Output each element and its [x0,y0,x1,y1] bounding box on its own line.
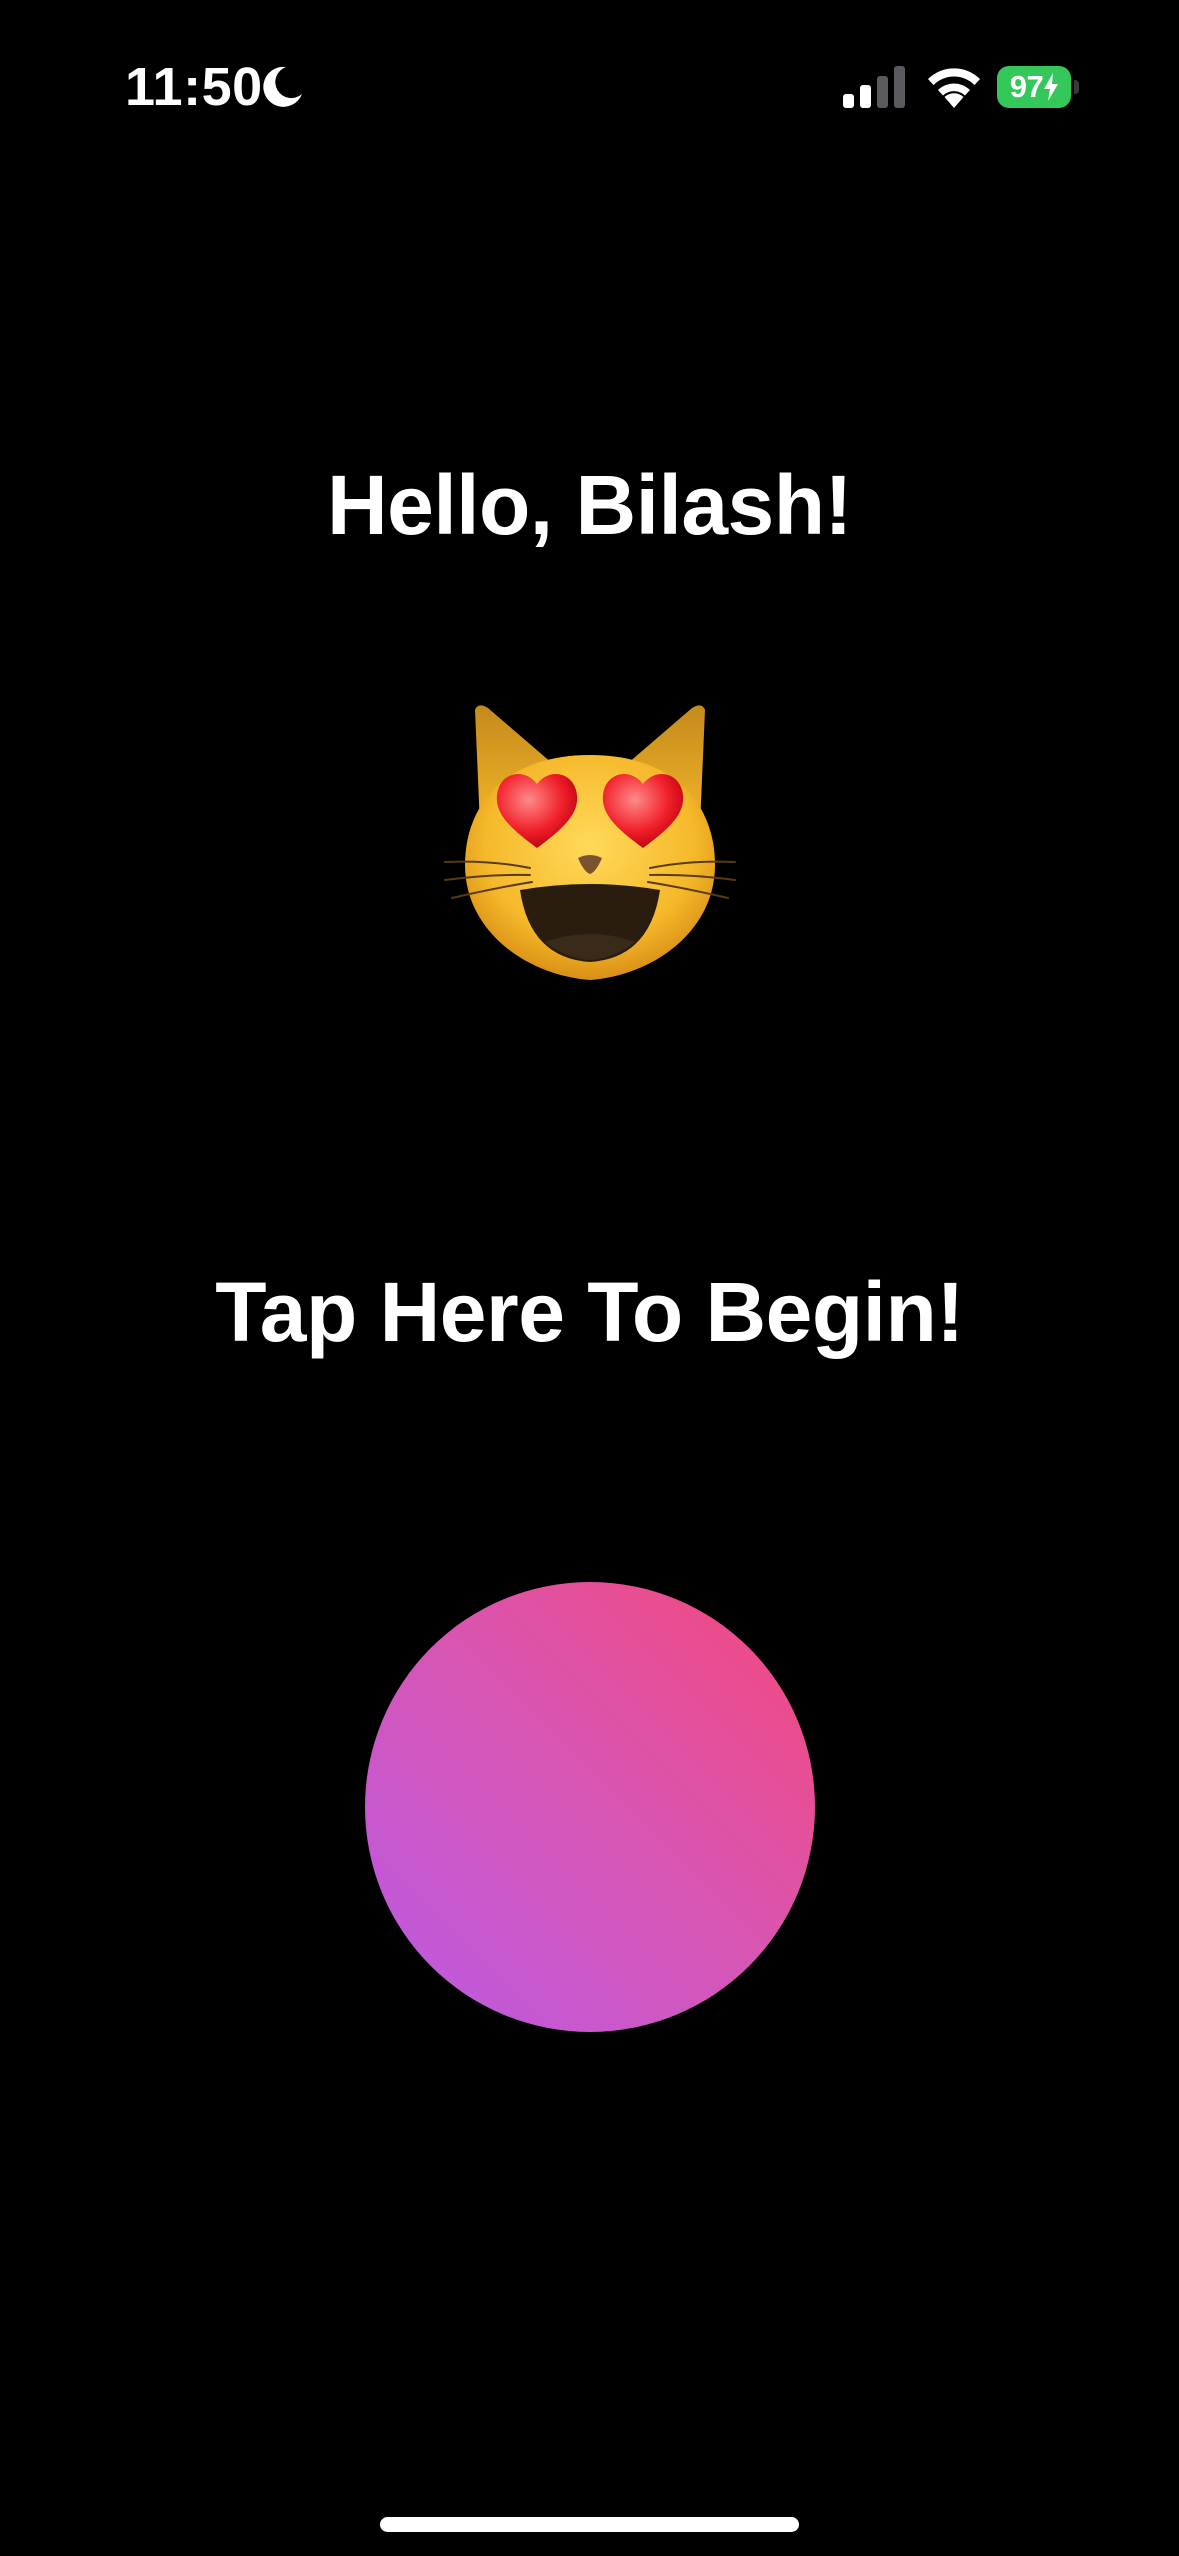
greeting-title: Hello, Bilash! [326,458,853,552]
begin-button[interactable] [365,1582,815,2032]
cellular-signal-icon [843,66,905,108]
charging-bolt-icon [1044,73,1059,101]
status-bar: 11:50 97 [0,0,1179,150]
battery-level: 97 [1009,69,1044,104]
tap-to-begin-prompt: Tap Here To Begin! [215,1265,964,1359]
battery-cap [1074,80,1079,94]
status-time: 11:50 [125,57,263,117]
battery-charging-icon: 97 [997,66,1079,108]
moon-icon [263,66,302,107]
wifi-icon [928,68,980,108]
smiling-cat-heart-eyes-icon [444,705,736,980]
home-indicator[interactable] [380,2517,799,2532]
battery-body: 97 [997,66,1071,108]
